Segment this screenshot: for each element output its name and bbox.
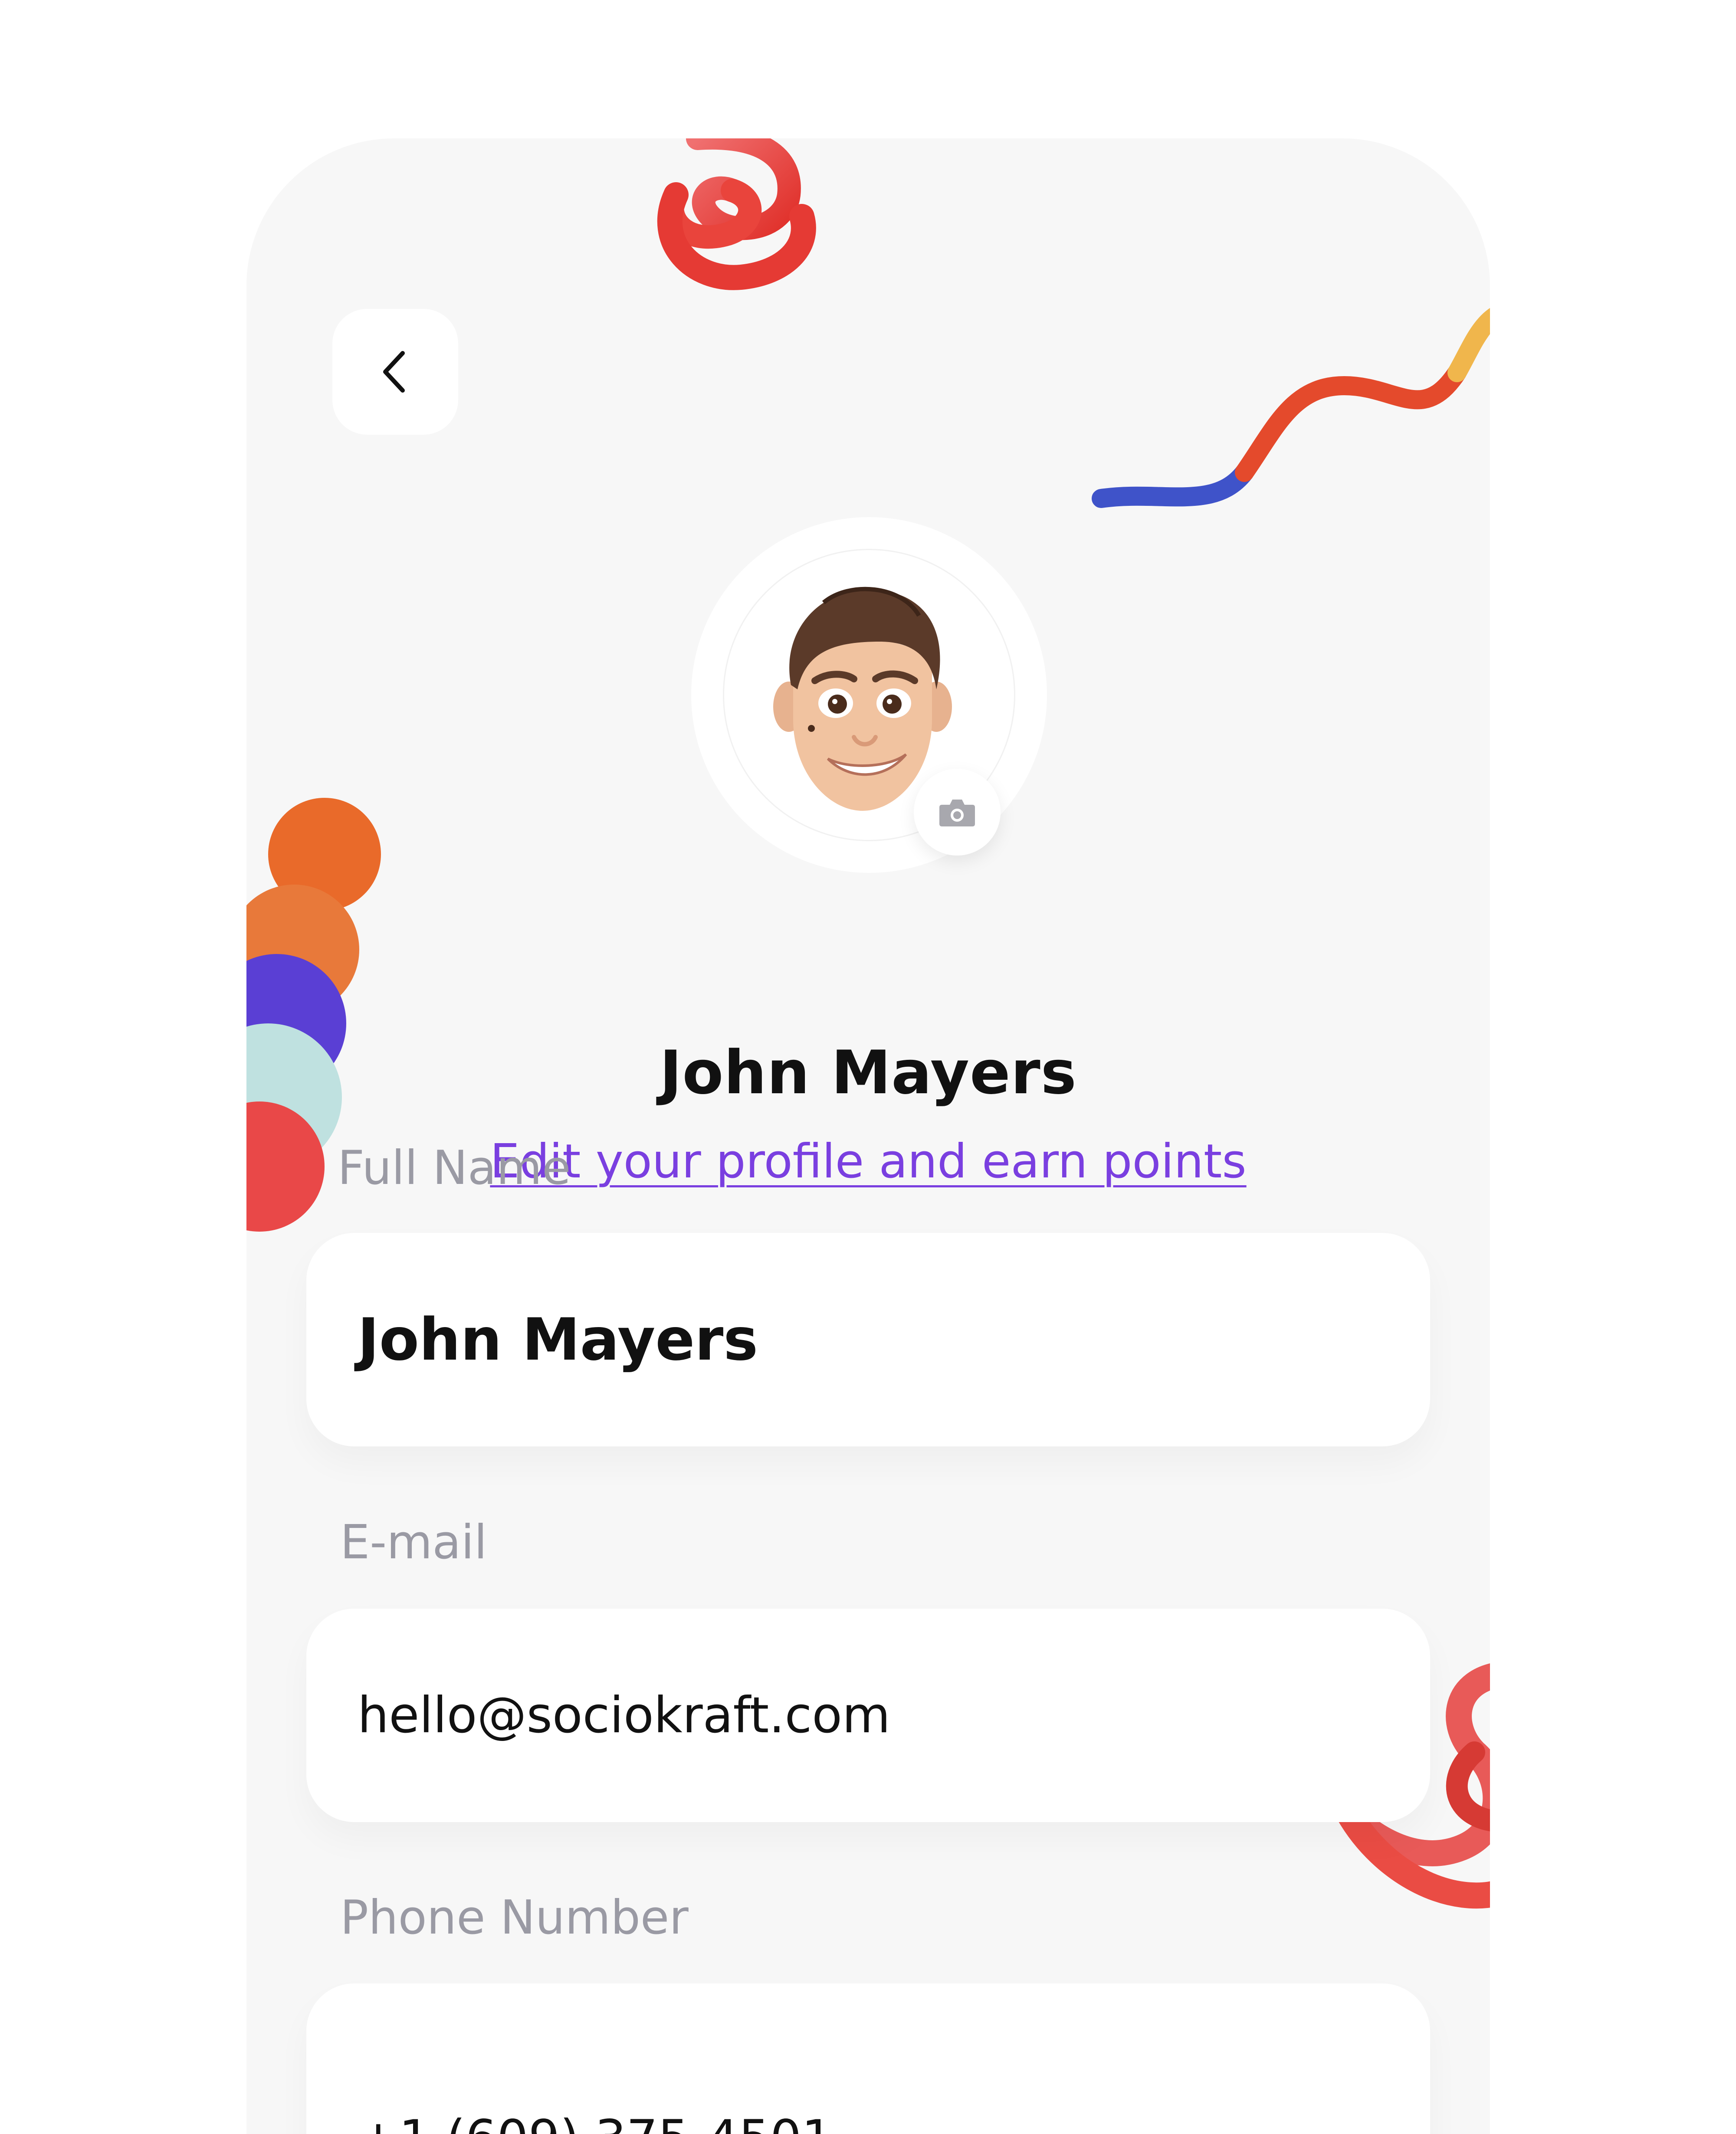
back-button[interactable] xyxy=(332,309,458,435)
phone-field[interactable]: +1 (609) 375-4501 xyxy=(306,1983,1430,2134)
spiral-decoration-top xyxy=(646,138,837,334)
phone-screen: John Mayers Edit your profile and earn p… xyxy=(246,138,1490,2134)
email-value: hello@sociokraft.com xyxy=(358,1686,891,1744)
full-name-field[interactable]: John Mayers xyxy=(306,1233,1430,1446)
change-photo-button[interactable] xyxy=(914,769,1001,856)
email-field[interactable]: hello@sociokraft.com xyxy=(306,1609,1430,1822)
phone-value: +1 (609) 375-4501 xyxy=(358,2114,833,2134)
camera-icon xyxy=(939,800,975,826)
phone-label: Phone Number xyxy=(340,1891,689,1945)
chevron-left-icon xyxy=(383,351,405,393)
full-name-value: John Mayers xyxy=(358,1306,758,1373)
email-label: E-mail xyxy=(340,1515,487,1570)
squiggle-decoration xyxy=(1092,286,1490,529)
full-name-label: Full Name xyxy=(338,1141,571,1195)
profile-name: John Mayers xyxy=(660,1038,1077,1108)
